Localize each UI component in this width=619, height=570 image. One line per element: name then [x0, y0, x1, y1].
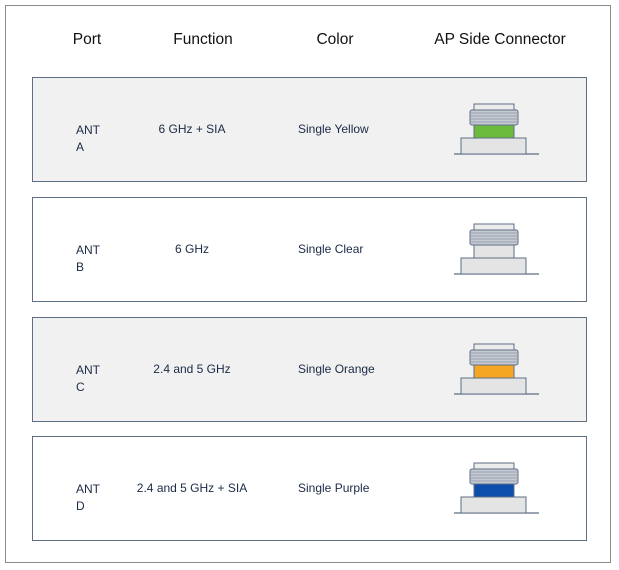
connector-nut	[469, 468, 519, 485]
blue-band-connector-icon	[454, 462, 539, 514]
connector-base	[460, 137, 527, 155]
connector-color-band	[473, 244, 515, 259]
port-label-line2: D	[76, 499, 85, 513]
header-color: Color	[316, 31, 354, 48]
orange-band-connector-icon	[454, 343, 539, 395]
color-cell: Single Purple	[298, 481, 370, 495]
connector-nut	[469, 229, 519, 246]
port-label-line2: B	[76, 260, 85, 274]
color-cell: Single Clear	[298, 242, 364, 256]
connector-color-band	[473, 124, 515, 139]
port-label-line1: ANT	[76, 363, 100, 377]
connector-cap	[473, 223, 515, 231]
connector-cap	[473, 103, 515, 111]
port-cell: ANT C	[76, 362, 100, 396]
color-cell: Single Yellow	[298, 122, 369, 136]
port-label-line1: ANT	[76, 243, 100, 257]
port-label-line1: ANT	[76, 123, 100, 137]
header-ap-side-connector: AP Side Connector	[434, 31, 566, 48]
table-row-d: ANT D 2.4 and 5 GHz + SIA Single Purple	[32, 436, 587, 541]
color-cell: Single Orange	[298, 362, 375, 376]
connector-nut	[469, 109, 519, 126]
connector-base	[460, 496, 527, 514]
port-cell: ANT A	[76, 122, 100, 156]
function-cell: 6 GHz + SIA	[158, 122, 226, 136]
header-port: Port	[72, 31, 102, 48]
connector-color-band	[473, 364, 515, 379]
port-cell: ANT D	[76, 481, 100, 515]
header-function: Function	[173, 31, 233, 48]
table-row-c: ANT C 2.4 and 5 GHz Single Orange	[32, 317, 587, 422]
connector-nut	[469, 349, 519, 366]
table-row-b: ANT B 6 GHz Single Clear	[32, 197, 587, 302]
function-cell: 2.4 and 5 GHz + SIA	[136, 481, 248, 495]
port-label-line2: C	[76, 380, 85, 394]
connector-cap	[473, 343, 515, 351]
function-cell: 2.4 and 5 GHz	[153, 362, 231, 376]
connector-color-band	[473, 483, 515, 498]
connector-cap	[473, 462, 515, 470]
green-band-connector-icon	[454, 103, 539, 155]
connector-base	[460, 257, 527, 275]
function-cell: 6 GHz	[174, 242, 210, 256]
clear-band-connector-icon	[454, 223, 539, 275]
port-label-line2: A	[76, 140, 85, 154]
port-cell: ANT B	[76, 242, 100, 276]
connector-base	[460, 377, 527, 395]
table-row-a: ANT A 6 GHz + SIA Single Yellow	[32, 77, 587, 182]
port-label-line1: ANT	[76, 482, 100, 496]
